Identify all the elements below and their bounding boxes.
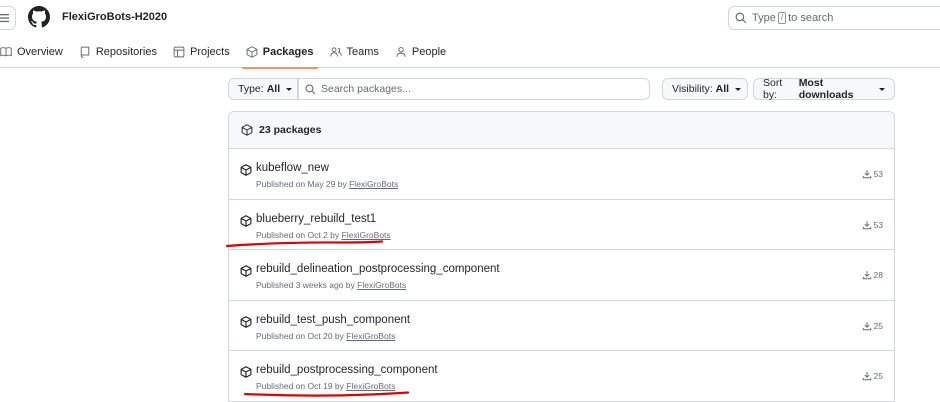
chevron-down-icon <box>879 87 885 91</box>
package-published-info: Published on May 29 by FlexiGroBots <box>256 179 398 189</box>
visibility-filter-button[interactable]: Visibility: All <box>662 78 748 100</box>
download-icon <box>862 220 871 229</box>
menu-icon <box>0 14 9 23</box>
download-count: 28 <box>862 270 883 280</box>
package-icon <box>240 315 252 328</box>
package-name-link[interactable]: rebuild_postprocessing_component <box>256 364 438 376</box>
download-count-value: 28 <box>873 270 883 280</box>
people-icon <box>329 47 342 57</box>
chevron-down-icon <box>735 87 742 91</box>
package-name-link[interactable]: rebuild_test_push_component <box>256 314 410 326</box>
org-nav-tabs: Overview Repositories Projects Packages <box>0 36 454 69</box>
tab-projects[interactable]: Projects <box>165 36 238 68</box>
publisher-link[interactable]: FlexiGroBots <box>357 280 406 290</box>
download-count: 25 <box>862 321 883 331</box>
download-count: 53 <box>862 220 883 230</box>
org-header: FlexiGroBots-H2020 Type / to search Over… <box>0 0 940 69</box>
package-search-placeholder: Search packages... <box>321 83 411 95</box>
download-count-value: 25 <box>873 371 883 381</box>
download-count: 25 <box>862 371 883 381</box>
package-search-input[interactable]: Search packages... <box>298 78 650 100</box>
hamburger-menu-button[interactable] <box>0 6 16 30</box>
visibility-filter-label: Visibility: <box>672 83 713 95</box>
download-icon <box>862 321 871 330</box>
package-icon <box>246 46 258 58</box>
packages-list-header: 23 packages <box>229 112 894 149</box>
sort-by-label: Sort by: <box>763 77 783 101</box>
package-icon <box>240 366 252 378</box>
publisher-link[interactable]: FlexiGroBots <box>349 179 398 189</box>
search-shortcut-key: / <box>777 12 787 24</box>
search-suffix-text: to search <box>788 12 834 24</box>
tab-repositories[interactable]: Repositories <box>71 36 165 68</box>
person-icon <box>396 47 406 57</box>
published-text: Published 3 weeks ago by <box>256 280 355 290</box>
type-filter-value: All <box>266 83 281 95</box>
published-text: Published on Oct 20 by <box>256 330 344 341</box>
download-count-value: 25 <box>873 320 883 331</box>
org-name-link[interactable]: FlexiGroBots-H2020 <box>62 11 167 23</box>
tab-people-label: People <box>411 46 447 58</box>
tab-teams[interactable]: Teams <box>322 36 387 68</box>
chevron-down-icon <box>286 87 293 91</box>
download-icon <box>862 371 871 381</box>
red-annotation-underline <box>243 391 410 397</box>
package-icon <box>240 214 252 227</box>
download-count-value: 53 <box>873 219 883 230</box>
tab-projects-label: Projects <box>189 46 230 58</box>
package-icon <box>240 164 252 176</box>
book-icon <box>0 47 12 57</box>
download-icon <box>862 169 871 179</box>
tab-overview-label: Overview <box>17 46 63 58</box>
tab-packages[interactable]: Packages <box>238 36 322 69</box>
package-name-link[interactable]: rebuild_delineation_postprocessing_compo… <box>256 263 500 275</box>
sort-by-button[interactable]: Sort by: Most downloads <box>753 77 895 101</box>
tab-repositories-label: Repositories <box>95 46 157 58</box>
tab-people[interactable]: People <box>387 36 454 68</box>
search-prefix-text: Type <box>752 12 776 24</box>
type-filter-button[interactable]: Type: All <box>228 78 298 100</box>
search-icon <box>735 12 747 24</box>
github-logo-icon[interactable] <box>28 6 50 28</box>
published-text: Published on May 29 by <box>256 179 347 189</box>
repo-icon <box>80 46 90 58</box>
packages-list: 23 packages kubeflow_new Published on Ma… <box>228 111 895 402</box>
package-icon <box>240 265 252 277</box>
global-search-input[interactable]: Type / to search <box>728 6 940 30</box>
visibility-filter-value: All <box>715 83 730 95</box>
package-published-info: Published 3 weeks ago by FlexiGroBots <box>256 280 406 290</box>
search-icon <box>305 83 316 94</box>
type-filter-label: Type: <box>238 83 264 95</box>
sort-by-value: Most downloads <box>798 77 854 101</box>
download-icon <box>862 270 871 280</box>
download-count: 53 <box>862 169 883 179</box>
package-row: kubeflow_new Published on May 29 by Flex… <box>229 149 894 200</box>
package-name-link[interactable]: blueberry_rebuild_test1 <box>256 213 376 225</box>
red-annotation-underline <box>225 240 384 248</box>
tab-teams-label: Teams <box>346 46 379 58</box>
tab-overview[interactable]: Overview <box>0 36 71 68</box>
package-row: rebuild_delineation_postprocessing_compo… <box>229 250 894 301</box>
download-count-value: 53 <box>873 169 883 179</box>
package-name-link[interactable]: kubeflow_new <box>256 162 329 174</box>
package-filter-bar: Type: All Search packages... Visibility:… <box>228 77 895 101</box>
package-icon <box>241 124 253 136</box>
package-row: rebuild_test_push_component Published on… <box>229 301 894 351</box>
table-icon <box>173 46 185 58</box>
tab-packages-label: Packages <box>262 46 314 58</box>
packages-count: 23 packages <box>259 124 322 136</box>
package-published-info: Published on Oct 20 by FlexiGroBots <box>256 331 395 341</box>
publisher-link[interactable]: FlexiGroBots <box>346 331 395 341</box>
